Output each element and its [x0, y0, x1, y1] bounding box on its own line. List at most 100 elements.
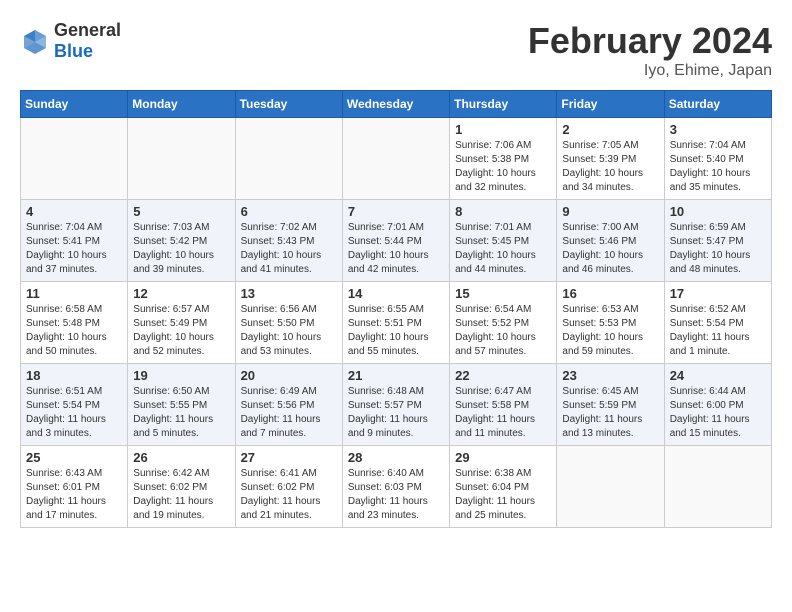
day-detail: Sunrise: 7:03 AM Sunset: 5:42 PM Dayligh…: [133, 221, 229, 277]
calendar-cell: 4Sunrise: 7:04 AM Sunset: 5:41 PM Daylig…: [21, 200, 128, 282]
calendar-cell: 19 Sunrise: 6:50 AM Sunset: 5:55 PM Dayli…: [128, 364, 235, 446]
day-number: 12: [133, 286, 229, 301]
day-number: 5: [133, 204, 229, 219]
calendar-cell: 17 Sunrise: 6:52 AM Sunset: 5:54 PM Dayli…: [664, 282, 771, 364]
day-number: 7: [348, 204, 444, 219]
weekday-header-saturday: Saturday: [664, 91, 771, 118]
day-detail: Sunrise: 7:01 AM Sunset: 5:44 PM Dayligh…: [348, 221, 444, 277]
day-detail: Sunrise: 6:49 AM Sunset: 5:56 PM Dayligh…: [241, 385, 337, 441]
day-number: 17: [670, 286, 766, 301]
day-number: 27: [241, 450, 337, 465]
day-detail: Sunrise: 6:53 AM Sunset: 5:53 PM Dayligh…: [562, 303, 658, 359]
logo-icon: [20, 26, 50, 56]
day-detail: Sunrise: 7:01 AM Sunset: 5:45 PM Dayligh…: [455, 221, 551, 277]
day-number: 6: [241, 204, 337, 219]
day-detail: Sunrise: 6:51 AM Sunset: 5:54 PM Dayligh…: [26, 385, 122, 441]
calendar-cell: [21, 118, 128, 200]
calendar-cell: 12 Sunrise: 6:57 AM Sunset: 5:49 PM Dayli…: [128, 282, 235, 364]
weekday-header-friday: Friday: [557, 91, 664, 118]
calendar-week-3: 18 Sunrise: 6:51 AM Sunset: 5:54 PM Dayli…: [21, 364, 772, 446]
calendar-cell: [342, 118, 449, 200]
day-detail: Sunrise: 6:38 AM Sunset: 6:04 PM Dayligh…: [455, 467, 551, 523]
day-number: 15: [455, 286, 551, 301]
day-number: 13: [241, 286, 337, 301]
calendar-cell: 3Sunrise: 7:04 AM Sunset: 5:40 PM Daylig…: [664, 118, 771, 200]
logo-blue-text: Blue: [54, 41, 121, 62]
day-number: 4: [26, 204, 122, 219]
day-detail: Sunrise: 6:47 AM Sunset: 5:58 PM Dayligh…: [455, 385, 551, 441]
calendar-cell: [664, 446, 771, 528]
day-detail: Sunrise: 7:04 AM Sunset: 5:40 PM Dayligh…: [670, 139, 766, 195]
weekday-header-wednesday: Wednesday: [342, 91, 449, 118]
calendar-cell: 24 Sunrise: 6:44 AM Sunset: 6:00 PM Dayli…: [664, 364, 771, 446]
calendar-cell: 27 Sunrise: 6:41 AM Sunset: 6:02 PM Dayli…: [235, 446, 342, 528]
day-number: 10: [670, 204, 766, 219]
day-detail: Sunrise: 6:55 AM Sunset: 5:51 PM Dayligh…: [348, 303, 444, 359]
day-detail: Sunrise: 6:50 AM Sunset: 5:55 PM Dayligh…: [133, 385, 229, 441]
day-detail: Sunrise: 6:54 AM Sunset: 5:52 PM Dayligh…: [455, 303, 551, 359]
calendar-week-4: 25 Sunrise: 6:43 AM Sunset: 6:01 PM Dayli…: [21, 446, 772, 528]
day-number: 16: [562, 286, 658, 301]
logo-general-text: General: [54, 20, 121, 41]
calendar-cell: 1Sunrise: 7:06 AM Sunset: 5:38 PM Daylig…: [450, 118, 557, 200]
calendar-cell: 20 Sunrise: 6:49 AM Sunset: 5:56 PM Dayli…: [235, 364, 342, 446]
day-number: 20: [241, 368, 337, 383]
calendar-cell: 2 Sunrise: 7:05 AM Sunset: 5:39 PM Daylig…: [557, 118, 664, 200]
calendar-cell: 16 Sunrise: 6:53 AM Sunset: 5:53 PM Dayli…: [557, 282, 664, 364]
calendar-cell: 14 Sunrise: 6:55 AM Sunset: 5:51 PM Dayli…: [342, 282, 449, 364]
calendar-cell: 9Sunrise: 7:00 AM Sunset: 5:46 PM Daylig…: [557, 200, 664, 282]
calendar-week-2: 11 Sunrise: 6:58 AM Sunset: 5:48 PM Dayli…: [21, 282, 772, 364]
calendar-cell: 23 Sunrise: 6:45 AM Sunset: 5:59 PM Dayli…: [557, 364, 664, 446]
day-detail: Sunrise: 7:02 AM Sunset: 5:43 PM Dayligh…: [241, 221, 337, 277]
calendar-cell: 13 Sunrise: 6:56 AM Sunset: 5:50 PM Dayli…: [235, 282, 342, 364]
calendar-cell: [235, 118, 342, 200]
day-number: 19: [133, 368, 229, 383]
month-title: February 2024: [528, 20, 772, 62]
weekday-header-tuesday: Tuesday: [235, 91, 342, 118]
day-detail: Sunrise: 6:52 AM Sunset: 5:54 PM Dayligh…: [670, 303, 766, 359]
day-detail: Sunrise: 6:44 AM Sunset: 6:00 PM Dayligh…: [670, 385, 766, 441]
day-number: 21: [348, 368, 444, 383]
day-detail: Sunrise: 6:56 AM Sunset: 5:50 PM Dayligh…: [241, 303, 337, 359]
calendar-cell: 22 Sunrise: 6:47 AM Sunset: 5:58 PM Dayli…: [450, 364, 557, 446]
calendar-cell: 11 Sunrise: 6:58 AM Sunset: 5:48 PM Dayli…: [21, 282, 128, 364]
weekday-header-sunday: Sunday: [21, 91, 128, 118]
day-number: 8: [455, 204, 551, 219]
day-number: 22: [455, 368, 551, 383]
day-number: 29: [455, 450, 551, 465]
page-header: General Blue February 2024 Iyo, Ehime, J…: [20, 20, 772, 80]
day-number: 2: [562, 122, 658, 137]
calendar-cell: [128, 118, 235, 200]
calendar-cell: 18 Sunrise: 6:51 AM Sunset: 5:54 PM Dayli…: [21, 364, 128, 446]
day-detail: Sunrise: 6:40 AM Sunset: 6:03 PM Dayligh…: [348, 467, 444, 523]
day-detail: Sunrise: 7:05 AM Sunset: 5:39 PM Dayligh…: [562, 139, 658, 195]
weekday-header-row: SundayMondayTuesdayWednesdayThursdayFrid…: [21, 91, 772, 118]
day-number: 24: [670, 368, 766, 383]
calendar-cell: 29 Sunrise: 6:38 AM Sunset: 6:04 PM Dayli…: [450, 446, 557, 528]
day-number: 23: [562, 368, 658, 383]
calendar-cell: 26Sunrise: 6:42 AM Sunset: 6:02 PM Dayli…: [128, 446, 235, 528]
calendar-cell: 25 Sunrise: 6:43 AM Sunset: 6:01 PM Dayli…: [21, 446, 128, 528]
calendar-week-0: 1Sunrise: 7:06 AM Sunset: 5:38 PM Daylig…: [21, 118, 772, 200]
day-detail: Sunrise: 6:58 AM Sunset: 5:48 PM Dayligh…: [26, 303, 122, 359]
day-number: 11: [26, 286, 122, 301]
calendar-cell: [557, 446, 664, 528]
calendar-cell: 6 Sunrise: 7:02 AM Sunset: 5:43 PM Daylig…: [235, 200, 342, 282]
calendar-cell: 10 Sunrise: 6:59 AM Sunset: 5:47 PM Dayli…: [664, 200, 771, 282]
calendar-cell: 21 Sunrise: 6:48 AM Sunset: 5:57 PM Dayli…: [342, 364, 449, 446]
day-number: 26: [133, 450, 229, 465]
day-detail: Sunrise: 6:57 AM Sunset: 5:49 PM Dayligh…: [133, 303, 229, 359]
day-detail: Sunrise: 6:48 AM Sunset: 5:57 PM Dayligh…: [348, 385, 444, 441]
day-detail: Sunrise: 6:59 AM Sunset: 5:47 PM Dayligh…: [670, 221, 766, 277]
day-detail: Sunrise: 6:41 AM Sunset: 6:02 PM Dayligh…: [241, 467, 337, 523]
day-number: 28: [348, 450, 444, 465]
day-number: 25: [26, 450, 122, 465]
day-detail: Sunrise: 7:06 AM Sunset: 5:38 PM Dayligh…: [455, 139, 551, 195]
weekday-header-monday: Monday: [128, 91, 235, 118]
calendar-cell: 7 Sunrise: 7:01 AM Sunset: 5:44 PM Daylig…: [342, 200, 449, 282]
day-detail: Sunrise: 6:45 AM Sunset: 5:59 PM Dayligh…: [562, 385, 658, 441]
day-number: 18: [26, 368, 122, 383]
weekday-header-thursday: Thursday: [450, 91, 557, 118]
day-detail: Sunrise: 6:43 AM Sunset: 6:01 PM Dayligh…: [26, 467, 122, 523]
day-number: 14: [348, 286, 444, 301]
